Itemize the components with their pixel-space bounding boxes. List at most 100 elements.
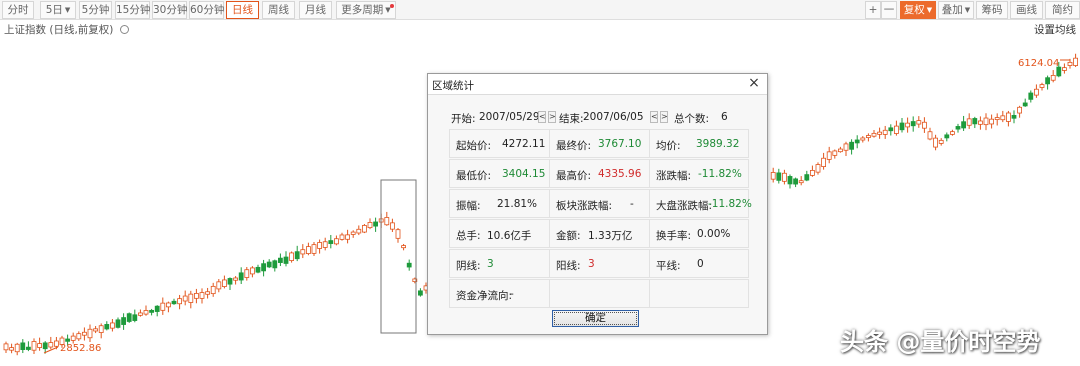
period-more[interactable]: 更多周期 ▼ [336, 1, 396, 19]
period-30min[interactable]: 30分钟 [152, 1, 187, 19]
period-15min[interactable]: 15分钟 [115, 1, 150, 19]
candle-body [989, 118, 994, 125]
candle-body [1011, 115, 1017, 119]
candle-body [328, 240, 334, 244]
candle-body [905, 122, 910, 128]
stat-label: 涨跌幅: [656, 170, 692, 182]
stat-value: 4272.11 [502, 138, 546, 150]
candle-body [950, 131, 955, 135]
zoom-in-button[interactable]: + [865, 1, 881, 19]
candle-body [916, 120, 922, 125]
start-date: 2007/05/29 [479, 111, 540, 123]
stat-cell: 总手: 10.6亿手 [449, 219, 550, 248]
candle-body [42, 342, 48, 350]
overlay-button[interactable]: 叠加 ▼ [938, 1, 974, 19]
fuquan-button[interactable]: 复权 ▼ [900, 1, 936, 19]
chart-subtitle: 上证指数 (日线,前复权) [4, 22, 129, 37]
candle-body [9, 347, 15, 351]
chart-mode: (日线,前复权) [49, 24, 114, 36]
gear-icon[interactable] [119, 25, 129, 34]
period-5day[interactable]: 5日 ▼ [40, 1, 76, 19]
candle-body [961, 121, 966, 129]
period-daily[interactable]: 日线 [226, 1, 259, 19]
candle-body [810, 169, 815, 176]
candle-body [289, 252, 295, 261]
candle-body [955, 126, 961, 130]
candle-body [154, 305, 160, 312]
stat-cell: 平线: 0 [649, 249, 749, 278]
dialog-titlebar: 区域统计 × [428, 74, 767, 95]
stat-cell: 大盘涨跌幅: -11.82% [649, 189, 752, 218]
candle-body [854, 139, 860, 144]
stat-value: - [510, 288, 514, 300]
candle-body [933, 137, 938, 148]
notification-dot [390, 4, 394, 8]
period-60min[interactable]: 60分钟 [189, 1, 224, 19]
stat-value: -11.82% [698, 168, 742, 180]
candle-body [782, 172, 787, 182]
draw-line-button[interactable]: 画线 [1010, 1, 1043, 19]
candle-body [384, 217, 390, 226]
start-next-button[interactable]: > [548, 111, 556, 123]
close-icon[interactable]: × [747, 76, 761, 90]
start-label: 开始: [451, 113, 476, 125]
simple-mode-button[interactable]: 简约 [1045, 1, 1080, 19]
stat-cell: 金额: 1.33万亿 [549, 219, 650, 248]
period-monthly[interactable]: 月线 [299, 1, 332, 19]
stat-label: 最高价: [556, 170, 592, 182]
candle-body [98, 325, 104, 333]
candle-body [110, 322, 115, 329]
start-prev-button[interactable]: < [538, 111, 546, 123]
index-name: 上证指数 [4, 24, 46, 36]
selection-box[interactable] [380, 179, 417, 334]
stat-label: 最终价: [556, 140, 592, 152]
stat-value: 10.6亿手 [487, 230, 532, 242]
stat-cell: 板块涨跌幅: - [549, 189, 650, 218]
candle-body [1062, 67, 1067, 71]
confirm-button[interactable]: 确定 [552, 310, 639, 327]
chips-button[interactable]: 筹码 [976, 1, 1008, 19]
candle-body [373, 221, 379, 227]
end-next-button[interactable]: > [660, 111, 668, 123]
candle-body [249, 267, 255, 275]
chevron-down-icon: ▼ [926, 6, 933, 14]
date-range-row: 开始: 2007/05/29 < > 结束: 2007/06/05 < > 总个… [428, 110, 767, 126]
stat-label: 振幅: [456, 200, 481, 212]
candle-body [770, 172, 776, 180]
candle-body [188, 293, 194, 303]
candle-body [804, 174, 810, 181]
candle-body [350, 231, 356, 235]
end-prev-button[interactable]: < [650, 111, 658, 123]
stat-cell: 资金净流向: - [449, 279, 550, 308]
candle-body [48, 342, 54, 348]
candle-body [76, 333, 82, 340]
zoom-out-button[interactable]: 一 [881, 1, 897, 19]
candle-body [115, 319, 121, 328]
candle-body [82, 331, 87, 336]
candle-body [160, 302, 166, 311]
candle-body [838, 148, 843, 153]
stat-value: -11.82% [708, 198, 752, 210]
stat-label: 金额: [556, 230, 581, 242]
period-5min[interactable]: 5分钟 [79, 1, 112, 19]
period-weekly[interactable]: 周线 [262, 1, 295, 19]
candle-body [177, 298, 183, 305]
candle-body [944, 134, 950, 139]
candle-body [300, 249, 306, 255]
candle-body [182, 295, 188, 302]
stat-label: 换手率: [656, 230, 692, 242]
candle-body [1028, 92, 1034, 100]
stat-value: 3 [487, 258, 494, 270]
stat-value: 3989.32 [696, 138, 740, 150]
ma-settings-link[interactable]: 设置均线 [1034, 22, 1076, 37]
candle-body [1017, 106, 1022, 114]
candle-body [1034, 88, 1039, 96]
candle-body [205, 291, 211, 295]
candle-body [277, 257, 283, 263]
period-fenshi[interactable]: 分时 [2, 1, 34, 19]
dialog-title: 区域统计 [432, 80, 474, 92]
candle-body [1073, 57, 1078, 66]
candle-body [1050, 75, 1056, 81]
candle-body [261, 263, 267, 272]
candle-body [983, 117, 989, 126]
